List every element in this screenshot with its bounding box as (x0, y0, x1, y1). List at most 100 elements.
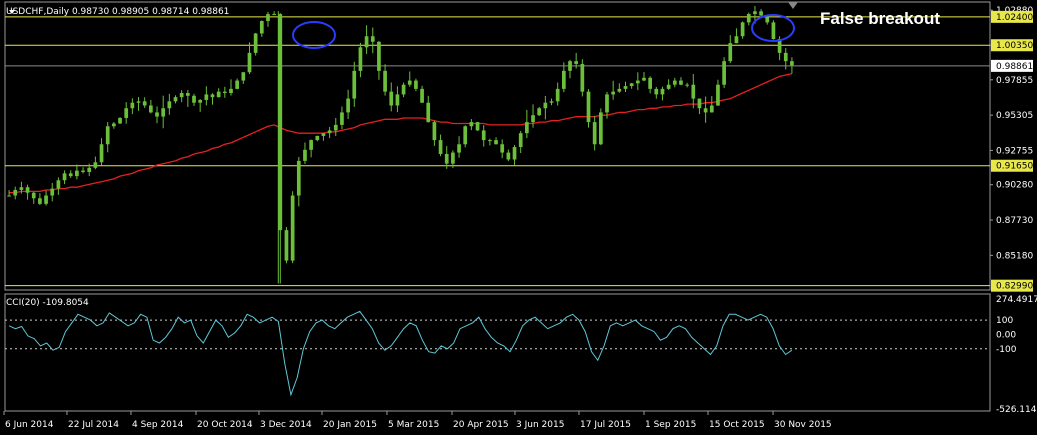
level-label: 0.91650 (996, 162, 1033, 172)
level-label: 0.82990 (996, 282, 1033, 292)
candle-body (537, 108, 542, 116)
current-price-label: 0.98861 (996, 62, 1033, 72)
candle-body (407, 80, 412, 85)
candle (290, 191, 295, 264)
price-tick-label: 0.92755 (996, 146, 1033, 156)
candle-body (62, 173, 67, 181)
candle-body (7, 195, 11, 197)
candle-body (68, 173, 73, 177)
chart-background (0, 0, 1037, 435)
candle-body (555, 88, 560, 102)
candle-body (580, 63, 585, 92)
candle-body (173, 97, 178, 102)
candle-body (672, 80, 677, 85)
candle (586, 89, 591, 128)
candle-body (432, 122, 437, 141)
time-tick-label: 3 Jun 2015 (516, 420, 564, 430)
candle-body (247, 52, 252, 73)
candle-body (333, 124, 338, 131)
candle-body (31, 192, 36, 199)
candle-body (722, 61, 726, 85)
cci-tick-label: -100 (996, 345, 1017, 355)
candle-body (648, 77, 652, 89)
candle (580, 59, 585, 97)
candle-body (759, 11, 763, 16)
candle-body (746, 14, 751, 23)
candle-body (481, 130, 486, 141)
candle-body (370, 36, 375, 42)
candle-body (284, 230, 289, 261)
candle-body (321, 133, 326, 136)
cci-tick-label: -526.1143 (996, 405, 1037, 415)
cci-tick-label: 0.00 (996, 330, 1016, 340)
candle (118, 117, 122, 124)
candle-body (586, 91, 591, 123)
candle-body (50, 188, 55, 196)
candle-body (783, 52, 788, 62)
candle-body (438, 140, 443, 154)
candle-body (500, 144, 505, 153)
candle-body (204, 94, 209, 100)
candle-body (241, 72, 246, 81)
candle-body (734, 36, 739, 44)
candle-body (352, 70, 357, 99)
candle-body (272, 14, 276, 16)
price-tick-label: 0.90280 (996, 181, 1033, 191)
candle-body (56, 180, 61, 189)
candle-body (543, 102, 548, 109)
candle-body (112, 123, 116, 127)
cci-tick-label: 100 (996, 316, 1013, 326)
candle-body (377, 41, 381, 71)
candle-body (81, 170, 85, 172)
candle-body (790, 61, 794, 66)
candle-body (358, 47, 363, 71)
time-tick-label: 20 Oct 2014 (197, 420, 253, 430)
candle-body (149, 105, 153, 113)
time-tick-label: 5 Mar 2015 (388, 420, 439, 430)
candle-body (414, 80, 418, 89)
price-tick-label: 0.85180 (996, 251, 1033, 261)
candle-body (549, 101, 554, 103)
time-tick-label: 30 Nov 2015 (774, 420, 832, 430)
candle-body (198, 99, 203, 103)
candle (475, 121, 480, 131)
candle-body (192, 95, 196, 103)
level-label: 1.00350 (996, 41, 1033, 51)
candle-body (598, 112, 603, 145)
candle-body (623, 86, 628, 89)
price-tick-label: 0.97855 (996, 76, 1033, 86)
symbol-header: USDCHF,Daily 0.98730 0.98905 0.98714 0.9… (6, 7, 230, 17)
candle-body (44, 195, 48, 204)
candle-body (629, 83, 634, 87)
candle-body (709, 105, 714, 113)
candle (722, 57, 726, 88)
candle-body (364, 36, 369, 48)
candle-body (420, 88, 424, 103)
candle-body (494, 140, 498, 145)
candle-body (222, 91, 227, 94)
candle-body (728, 43, 733, 62)
candle-body (309, 140, 313, 150)
candle-body (142, 101, 147, 106)
candle-body (617, 88, 622, 92)
candle-body (401, 84, 406, 95)
candle (253, 32, 258, 56)
candle-body (488, 140, 492, 142)
candle-body (506, 152, 511, 160)
candle-body (185, 93, 190, 96)
candle-body (561, 70, 566, 89)
candle-body (179, 93, 184, 98)
candle-body (469, 122, 474, 127)
candle-body (229, 88, 233, 94)
time-tick-label: 15 Oct 2015 (709, 420, 765, 430)
candle-body (161, 108, 166, 117)
candle-body (75, 170, 79, 177)
candle-body (605, 94, 609, 113)
candle-body (389, 91, 394, 106)
candle-body (13, 189, 18, 196)
candle-body (771, 22, 776, 40)
candle-body (685, 84, 689, 86)
candle (537, 106, 542, 117)
candle-body (518, 133, 523, 148)
candle-body (383, 70, 387, 92)
